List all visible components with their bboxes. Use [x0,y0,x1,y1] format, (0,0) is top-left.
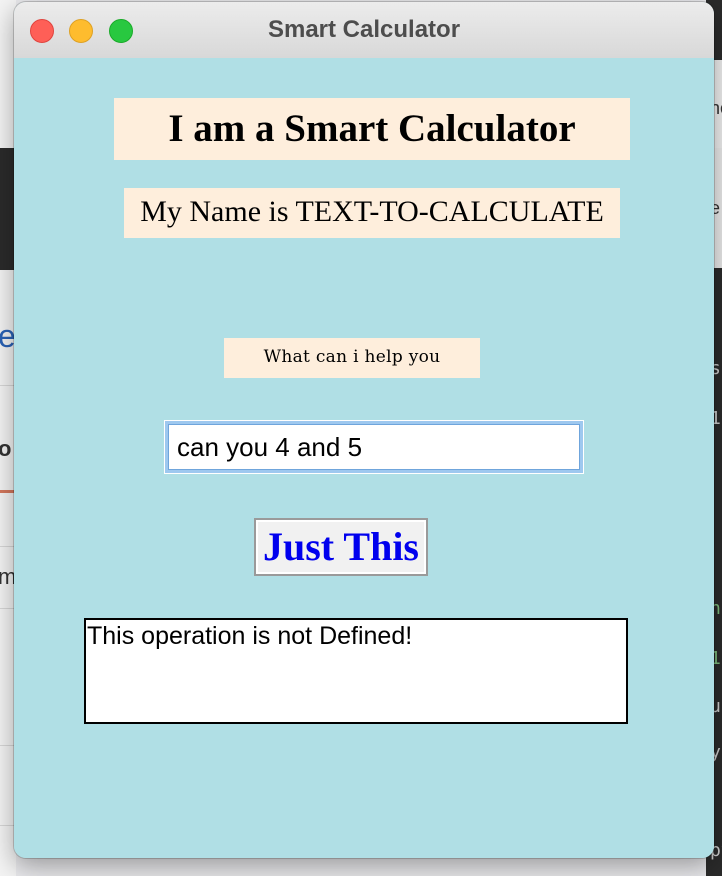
just-this-button[interactable]: Just This [254,518,428,576]
prompt-label: What can i help you [224,338,480,378]
result-output[interactable]: This operation is not Defined! [84,618,628,724]
window-title: Smart Calculator [267,16,461,43]
app-heading: I am a Smart Calculator [114,98,630,160]
query-input-frame [164,420,584,474]
calculator-content: I am a Smart Calculator My Name is TEXT-… [14,58,714,858]
window-titlebar[interactable]: Smart Calculator [14,2,714,59]
query-input[interactable] [168,424,580,470]
app-subheading: My Name is TEXT-TO-CALCULATE [124,188,620,238]
smart-calculator-window: Smart Calculator I am a Smart Calculator… [14,2,714,858]
background-text-fragment: o [0,436,12,461]
